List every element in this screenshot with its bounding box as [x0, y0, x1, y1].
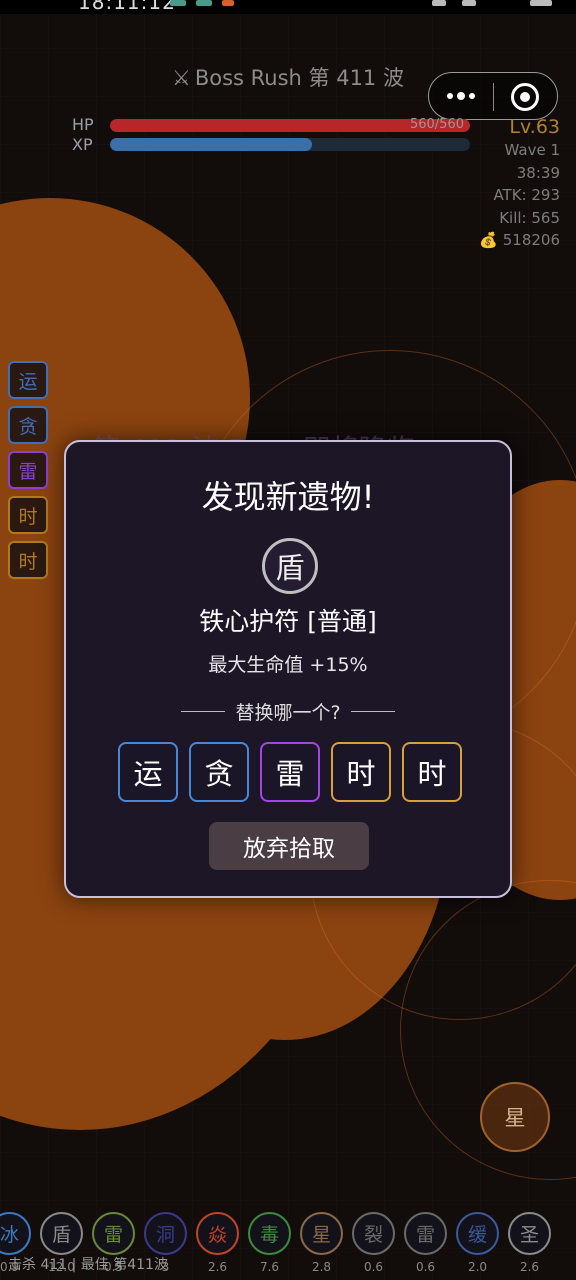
replace-choice-3[interactable]: 时: [331, 742, 391, 802]
xp-bar: [110, 138, 470, 151]
replace-choice-4[interactable]: 时: [402, 742, 462, 802]
skill-label: 毒: [259, 1224, 279, 1246]
skill-slot-10[interactable]: 圣 2.6: [508, 1212, 551, 1274]
gold-text: 518206: [502, 231, 560, 249]
side-relic-2[interactable]: 雷: [8, 451, 48, 489]
skill-label: 星: [311, 1224, 331, 1246]
skill-slot-0[interactable]: 冰 0.9: [0, 1212, 31, 1274]
replace-prompt: 替换哪一个?: [66, 698, 510, 725]
skill-cooldown: 2.0: [467, 1260, 488, 1274]
wifi-icon: [462, 0, 476, 6]
network-icon: [170, 0, 186, 6]
skill-cooldown: 2.8: [311, 1260, 332, 1274]
footer-stats: 击杀 411 | 最佳 第411波: [8, 1257, 168, 1273]
mini-program-capsule: [428, 72, 558, 120]
skill-label: 裂: [363, 1224, 383, 1246]
hp-label: HP: [72, 115, 94, 134]
replace-choices: 运贪雷时时: [118, 742, 462, 802]
side-relic-4[interactable]: 时: [8, 541, 48, 579]
skill-label: 焱: [207, 1224, 227, 1246]
kill-text: Kill: 565: [499, 208, 560, 227]
relic-name: 铁心护符 [普通]: [199, 607, 377, 636]
battery-icon: [530, 0, 552, 6]
network-icon: [196, 0, 212, 6]
level-text: Lv.63: [509, 116, 560, 138]
skill-slot-5[interactable]: 毒 7.6: [248, 1212, 291, 1274]
skill-slot-2[interactable]: 雷 0.5: [92, 1212, 135, 1274]
signal-icon: [432, 0, 446, 6]
shield-relic-icon: 盾: [262, 538, 318, 594]
gold-row: 💰 518206: [479, 229, 560, 252]
replace-choice-2[interactable]: 雷: [260, 742, 320, 802]
status-bar: 18:11:12: [0, 0, 576, 14]
hp-value: 560/560: [409, 117, 464, 132]
skill-cooldown: 0.6: [415, 1260, 436, 1274]
skill-label: 洞: [155, 1224, 175, 1246]
divider-line: [181, 711, 226, 712]
skill-slot-7[interactable]: 裂 0.6: [352, 1212, 395, 1274]
timer-text: 38:39: [516, 163, 560, 182]
skill-cooldown: 0.6: [363, 1260, 384, 1274]
side-relic-0[interactable]: 运: [8, 361, 48, 399]
skill-label: 冰: [0, 1224, 19, 1246]
xp-bar-fill: [110, 138, 312, 151]
relic-description: 最大生命值 +15%: [208, 654, 368, 676]
divider-line: [350, 711, 395, 712]
skill-label: 圣: [519, 1224, 539, 1246]
stats-panel: Lv.63 Wave 1 38:39 ATK: 293 Kill: 565 💰 …: [479, 115, 560, 252]
replace-choice-0[interactable]: 运: [118, 742, 178, 802]
more-menu-button[interactable]: [443, 83, 479, 109]
discard-button[interactable]: 放弃拾取: [209, 822, 369, 870]
close-target-button[interactable]: [511, 83, 539, 111]
skill-cooldown: 7.6: [259, 1260, 280, 1274]
skill-label: 缓: [467, 1224, 487, 1246]
star-skill-button[interactable]: 星: [480, 1082, 550, 1152]
xp-label: XP: [72, 135, 93, 154]
new-relic-dialog: 发现新遗物! 盾 铁心护符 [普通] 最大生命值 +15% 替换哪一个? 运贪雷…: [64, 440, 512, 898]
skill-slot-1[interactable]: 盾 12.0: [40, 1212, 83, 1274]
skill-cooldown: 2.6: [207, 1260, 228, 1274]
dialog-title: 发现新遗物!: [201, 478, 375, 516]
side-relic-3[interactable]: 时: [8, 496, 48, 534]
skill-label: 盾: [51, 1224, 71, 1246]
capsule-divider: [493, 83, 494, 111]
skill-label: 雷: [415, 1224, 435, 1246]
swords-icon: ⚔: [172, 66, 191, 90]
game-screen: { "status_bar": { "time": "18:11:12" }, …: [0, 0, 576, 1280]
skill-slot-8[interactable]: 雷 0.6: [404, 1212, 447, 1274]
skill-slot-6[interactable]: 星 2.8: [300, 1212, 343, 1274]
skill-bar: 冰 0.9 盾 12.0 雷 0.5 洞 3 焱 2.6 毒 7.6 星 2.8 裂 0.6 雷 0.6 缓 2.0 圣…: [0, 1212, 551, 1274]
skill-slot-4[interactable]: 焱 2.6: [196, 1212, 239, 1274]
money-bag-icon: 💰: [479, 231, 498, 249]
equipped-relics: 运贪雷时时: [8, 361, 48, 579]
skill-slot-9[interactable]: 缓 2.0: [456, 1212, 499, 1274]
replace-choice-1[interactable]: 贪: [189, 742, 249, 802]
notification-icon: [222, 0, 234, 6]
skill-label: 雷: [103, 1224, 123, 1246]
wave-text: Wave 1: [504, 141, 560, 159]
side-relic-1[interactable]: 贪: [8, 406, 48, 444]
status-time: 18:11:12: [78, 0, 176, 14]
skill-cooldown: 2.6: [519, 1260, 540, 1274]
atk-text: ATK: 293: [493, 186, 560, 204]
skill-slot-3[interactable]: 洞3: [144, 1212, 187, 1274]
replace-prompt-text: 替换哪一个?: [235, 702, 341, 724]
